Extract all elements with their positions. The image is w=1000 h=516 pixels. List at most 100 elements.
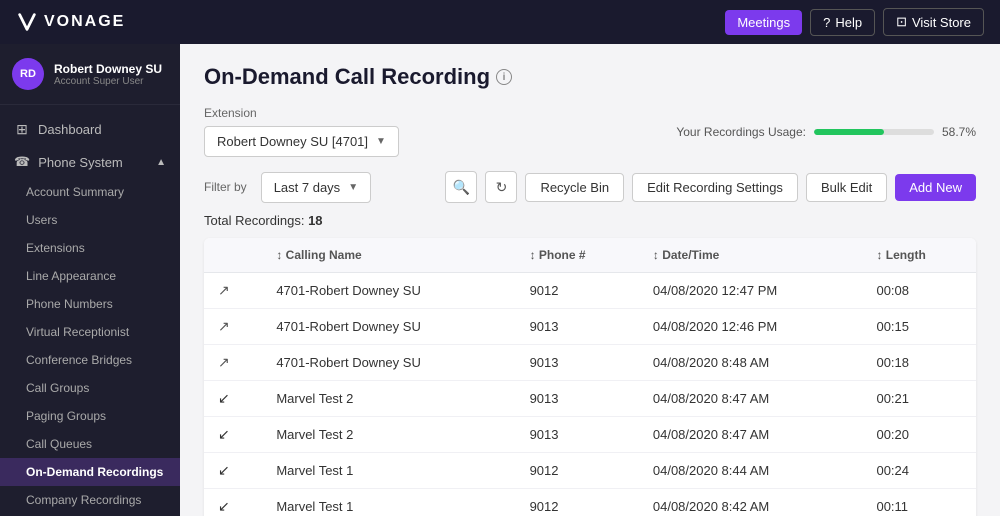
sidebar-item-extensions[interactable]: Extensions: [0, 234, 180, 262]
user-name: Robert Downey SU: [54, 62, 162, 76]
topnav-actions: Meetings ? Help ⊡ Visit Store: [725, 8, 984, 36]
store-icon: ⊡: [896, 14, 907, 30]
user-profile[interactable]: RD Robert Downey SU Account Super User: [0, 44, 180, 105]
row-length: 00:20: [862, 417, 976, 453]
chevron-up-icon: ▲: [156, 157, 166, 168]
caret-icon: ▼: [376, 136, 386, 147]
row-arrow: ↗: [204, 309, 262, 345]
meetings-button[interactable]: Meetings: [725, 10, 802, 35]
row-datetime: 04/08/2020 8:44 AM: [639, 453, 863, 489]
sidebar-label-phone-system: Phone System: [38, 155, 123, 170]
table-row[interactable]: ↙ Marvel Test 1 9012 04/08/2020 8:42 AM …: [204, 489, 976, 516]
refresh-button[interactable]: ↻: [485, 171, 517, 203]
row-phone: 9013: [516, 381, 639, 417]
row-calling-name: 4701-Robert Downey SU: [262, 273, 515, 309]
filter-row: Filter by Last 7 days ▼ 🔍 ↻ Recycle Bin …: [204, 171, 976, 203]
row-datetime: 04/08/2020 12:47 PM: [639, 273, 863, 309]
col-length[interactable]: ↕ Length: [862, 238, 976, 273]
help-button[interactable]: ? Help: [810, 9, 875, 36]
row-calling-name: Marvel Test 2: [262, 381, 515, 417]
table-header-row: ↕ Calling Name ↕ Phone # ↕ Date/Time ↕ L…: [204, 238, 976, 273]
row-calling-name: Marvel Test 1: [262, 489, 515, 516]
table-row[interactable]: ↗ 4701-Robert Downey SU 9012 04/08/2020 …: [204, 273, 976, 309]
logo: VONAGE: [16, 11, 125, 33]
recordings-table: ↕ Calling Name ↕ Phone # ↕ Date/Time ↕ L…: [204, 238, 976, 516]
filter-label: Filter by: [204, 180, 247, 194]
row-phone: 9012: [516, 273, 639, 309]
table-row[interactable]: ↙ Marvel Test 2 9013 04/08/2020 8:47 AM …: [204, 417, 976, 453]
sidebar-item-phone-system[interactable]: ☎ Phone System ▲: [0, 146, 180, 178]
filter-left: Filter by Last 7 days ▼: [204, 172, 371, 203]
row-arrow: ↙: [204, 381, 262, 417]
table-row[interactable]: ↗ 4701-Robert Downey SU 9013 04/08/2020 …: [204, 345, 976, 381]
table-row[interactable]: ↙ Marvel Test 1 9012 04/08/2020 8:44 AM …: [204, 453, 976, 489]
col-calling-name[interactable]: ↕ Calling Name: [262, 238, 515, 273]
filter-right: 🔍 ↻ Recycle Bin Edit Recording Settings …: [445, 171, 976, 203]
sidebar-item-line-appearance[interactable]: Line Appearance: [0, 262, 180, 290]
sidebar-item-users[interactable]: Users: [0, 206, 180, 234]
sidebar-sub-menu: Account Summary Users Extensions Line Ap…: [0, 178, 180, 516]
row-arrow: ↙: [204, 417, 262, 453]
extension-usage-row: Extension Robert Downey SU [4701] ▼ Your…: [204, 106, 976, 157]
add-new-button[interactable]: Add New: [895, 174, 976, 201]
col-datetime[interactable]: ↕ Date/Time: [639, 238, 863, 273]
row-calling-name: Marvel Test 2: [262, 417, 515, 453]
table-body: ↗ 4701-Robert Downey SU 9012 04/08/2020 …: [204, 273, 976, 516]
row-arrow: ↗: [204, 345, 262, 381]
usage-section: Your Recordings Usage: 58.7%: [676, 125, 976, 139]
row-length: 00:11: [862, 489, 976, 516]
row-datetime: 04/08/2020 8:47 AM: [639, 417, 863, 453]
filter-dropdown[interactable]: Last 7 days ▼: [261, 172, 371, 203]
row-length: 00:08: [862, 273, 976, 309]
logo-text: VONAGE: [44, 13, 125, 31]
row-datetime: 04/08/2020 8:47 AM: [639, 381, 863, 417]
sidebar-item-account-summary[interactable]: Account Summary: [0, 178, 180, 206]
sidebar-item-virtual-receptionist[interactable]: Virtual Receptionist: [0, 318, 180, 346]
sidebar-item-call-queues[interactable]: Call Queues: [0, 430, 180, 458]
sidebar-item-call-groups[interactable]: Call Groups: [0, 374, 180, 402]
col-phone[interactable]: ↕ Phone #: [516, 238, 639, 273]
row-arrow: ↙: [204, 453, 262, 489]
total-recordings-label: Total Recordings: 18: [204, 213, 976, 228]
table-row[interactable]: ↙ Marvel Test 2 9013 04/08/2020 8:47 AM …: [204, 381, 976, 417]
row-arrow: ↗: [204, 273, 262, 309]
sidebar: RD Robert Downey SU Account Super User ⊞…: [0, 44, 180, 516]
page-title: On-Demand Call Recording i: [204, 64, 976, 90]
extension-dropdown[interactable]: Robert Downey SU [4701] ▼: [204, 126, 399, 157]
sidebar-item-company-recordings[interactable]: Company Recordings: [0, 486, 180, 514]
info-icon[interactable]: i: [496, 69, 512, 85]
row-calling-name: Marvel Test 1: [262, 453, 515, 489]
col-arrow: [204, 238, 262, 273]
row-calling-name: 4701-Robert Downey SU: [262, 309, 515, 345]
edit-recording-settings-button[interactable]: Edit Recording Settings: [632, 173, 798, 202]
row-length: 00:18: [862, 345, 976, 381]
search-button[interactable]: 🔍: [445, 171, 477, 203]
extension-label: Extension: [204, 106, 399, 120]
sidebar-item-paging-groups[interactable]: Paging Groups: [0, 402, 180, 430]
visit-store-button[interactable]: ⊡ Visit Store: [883, 8, 984, 36]
row-datetime: 04/08/2020 8:48 AM: [639, 345, 863, 381]
row-phone: 9013: [516, 345, 639, 381]
usage-bar: [814, 129, 934, 135]
usage-label: Your Recordings Usage:: [676, 125, 806, 139]
table-row[interactable]: ↗ 4701-Robert Downey SU 9013 04/08/2020 …: [204, 309, 976, 345]
row-length: 00:21: [862, 381, 976, 417]
total-count: 18: [308, 213, 322, 228]
sidebar-label-dashboard: Dashboard: [38, 122, 102, 137]
topnav: VONAGE Meetings ? Help ⊡ Visit Store: [0, 0, 1000, 44]
bulk-edit-button[interactable]: Bulk Edit: [806, 173, 887, 202]
sidebar-item-conference-bridges[interactable]: Conference Bridges: [0, 346, 180, 374]
row-datetime: 04/08/2020 8:42 AM: [639, 489, 863, 516]
recycle-bin-button[interactable]: Recycle Bin: [525, 173, 624, 202]
refresh-icon: ↻: [496, 179, 508, 196]
row-length: 00:15: [862, 309, 976, 345]
phone-icon: ☎: [14, 154, 30, 170]
row-phone: 9012: [516, 453, 639, 489]
user-info: Robert Downey SU Account Super User: [54, 62, 162, 87]
sidebar-item-phone-numbers[interactable]: Phone Numbers: [0, 290, 180, 318]
user-role: Account Super User: [54, 76, 162, 87]
sidebar-nav: ⊞ Dashboard ☎ Phone System ▲ Account Sum…: [0, 105, 180, 516]
sidebar-item-dashboard[interactable]: ⊞ Dashboard: [0, 113, 180, 146]
sidebar-item-on-demand-recordings[interactable]: On-Demand Recordings: [0, 458, 180, 486]
row-arrow: ↙: [204, 489, 262, 516]
